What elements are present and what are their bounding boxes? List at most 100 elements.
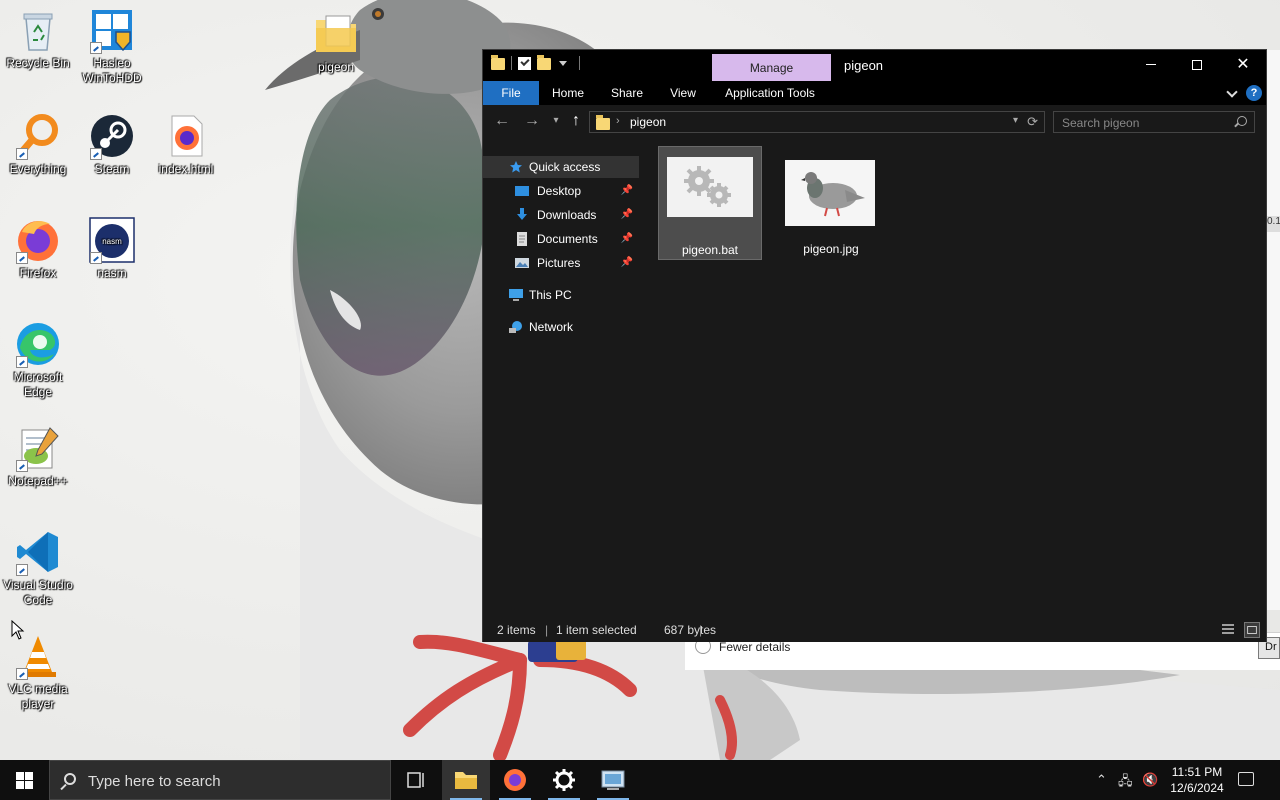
sidebar-item-downloads[interactable]: Downloads 📌: [483, 204, 639, 226]
recent-locations-chevron-icon[interactable]: ▾: [545, 111, 567, 131]
desktop-icon: [515, 186, 529, 196]
shortcut-arrow-icon: [16, 356, 28, 368]
large-icons-view-icon[interactable]: [1244, 622, 1260, 638]
fewer-details-link[interactable]: Fewer details: [719, 640, 790, 654]
taskbar-clock[interactable]: 11:51 PM 12/6/2024: [1166, 764, 1228, 796]
quick-access-toolbar: [491, 55, 580, 70]
desktop-icon-nasm[interactable]: nasm nasm: [74, 216, 150, 281]
desktop-icon-label: Steam: [94, 162, 130, 176]
file-explorer-icon: [455, 772, 477, 789]
gear-icon: [553, 769, 575, 791]
desktop-icon-label: VLC media player: [8, 682, 68, 711]
customize-toolbar-dropdown-icon[interactable]: [559, 60, 567, 66]
taskbar-search-placeholder: Type here to search: [88, 773, 221, 790]
manage-contextual-tab[interactable]: Manage: [712, 54, 831, 81]
desktop-icon-pigeon-folder[interactable]: pigeon: [298, 10, 374, 75]
address-dropdown-chevron-icon[interactable]: ▾: [1013, 115, 1018, 126]
search-input[interactable]: Search pigeon: [1053, 111, 1255, 133]
desktop-icon-vscode[interactable]: Visual Studio Code: [0, 528, 76, 608]
desktop-icon-label: Notepad++: [8, 474, 68, 488]
volume-muted-icon[interactable]: 🔇: [1142, 772, 1158, 788]
desktop-icon-label: index.html: [158, 162, 214, 176]
pigeon-image-thumbnail: [785, 160, 875, 226]
windows-logo-icon: [16, 781, 24, 789]
folder-icon: [596, 115, 610, 130]
window-title: pigeon: [844, 58, 884, 73]
desktop-icon-recycle-bin[interactable]: Recycle Bin: [0, 6, 76, 71]
tab-file[interactable]: File: [483, 81, 539, 105]
desktop-icon-everything[interactable]: Everything: [0, 112, 76, 177]
forward-arrow-icon[interactable]: →: [521, 111, 543, 131]
back-arrow-icon[interactable]: ←: [491, 111, 513, 131]
sidebar-item-label: Downloads: [537, 208, 597, 222]
breadcrumb-item[interactable]: pigeon: [630, 115, 666, 129]
desktop-icon-index-html[interactable]: index.html: [148, 112, 224, 177]
sidebar-item-label: Network: [529, 320, 574, 334]
sidebar-item-this-pc[interactable]: This PC: [483, 284, 639, 306]
shortcut-arrow-icon: [16, 564, 28, 576]
desktop-icon-label: pigeon: [317, 60, 355, 74]
new-folder-icon[interactable]: [537, 55, 551, 70]
notification-center-icon[interactable]: [1238, 772, 1254, 786]
desktop-icon-hasleo[interactable]: Hasleo WinToHDD: [74, 6, 150, 86]
properties-icon[interactable]: [518, 56, 531, 70]
desktop-icon-notepadpp[interactable]: Notepad++: [0, 424, 76, 489]
start-button[interactable]: [0, 760, 48, 800]
background-window-edge: 0.1: [1266, 50, 1280, 610]
status-divider: |: [699, 623, 703, 637]
details-view-icon[interactable]: [1220, 622, 1236, 638]
tab-application-tools[interactable]: Application Tools: [717, 81, 823, 105]
help-icon[interactable]: ?: [1246, 85, 1262, 101]
sidebar-item-label: Quick access: [529, 160, 601, 174]
file-item-pigeon-jpg[interactable]: pigeon.jpg: [779, 146, 883, 260]
firefox-icon: [504, 769, 526, 791]
taskbar-search-input[interactable]: Type here to search: [49, 760, 391, 800]
file-item-pigeon-bat[interactable]: pigeon.bat: [658, 146, 762, 260]
tab-view[interactable]: View: [659, 81, 707, 105]
sidebar-item-label: Pictures: [537, 256, 581, 270]
sidebar-item-desktop[interactable]: Desktop 📌: [483, 180, 639, 202]
sidebar-item-network[interactable]: Network: [483, 316, 639, 338]
task-view-icon: [407, 772, 424, 788]
desktop-icon-vlc[interactable]: VLC media player: [0, 632, 76, 712]
close-button[interactable]: ✕: [1220, 50, 1266, 81]
pin-icon[interactable]: 📌: [621, 204, 633, 226]
taskbar: Type here to search ⌃ 🖧 🔇 11:51 PM 12/6/…: [0, 760, 1280, 800]
maximize-button[interactable]: [1174, 50, 1220, 81]
pin-icon[interactable]: 📌: [621, 228, 633, 250]
pin-icon[interactable]: 📌: [621, 252, 633, 274]
expand-ribbon-chevron-icon[interactable]: [1226, 86, 1238, 98]
selection-size: 687 bytes: [664, 623, 717, 637]
sidebar-item-quick-access[interactable]: Quick access: [483, 156, 639, 178]
pin-icon[interactable]: 📌: [621, 180, 633, 202]
task-view-button[interactable]: [392, 760, 440, 800]
desktop-icon-firefox[interactable]: Firefox: [0, 216, 76, 281]
up-arrow-icon[interactable]: ↑: [565, 111, 587, 131]
show-hidden-icons-chevron-icon[interactable]: ⌃: [1096, 772, 1107, 788]
desktop-icon-label: Firefox: [19, 266, 57, 280]
taskbar-file-explorer[interactable]: [442, 760, 490, 800]
tab-share[interactable]: Share: [603, 81, 651, 105]
taskbar-firefox[interactable]: [491, 760, 539, 800]
address-bar[interactable]: › pigeon ▾ ⟳: [589, 111, 1045, 133]
tab-home[interactable]: Home: [543, 81, 593, 105]
desktop-icon-edge[interactable]: Microsoft Edge: [0, 320, 76, 400]
document-icon: [517, 232, 527, 246]
desktop-icon-steam[interactable]: Steam: [74, 112, 150, 177]
network-icon[interactable]: 🖧: [1118, 772, 1133, 794]
minimize-button[interactable]: [1128, 50, 1174, 81]
folder-icon: [491, 55, 505, 70]
navigation-pane: Quick access Desktop 📌 Downloads 📌 Docum…: [483, 150, 639, 618]
background-window-value: 0.1: [1266, 216, 1280, 232]
shortcut-arrow-icon: [16, 668, 28, 680]
folder-icon: [316, 15, 356, 52]
sidebar-item-documents[interactable]: Documents 📌: [483, 228, 639, 250]
desktop-icon-label: Hasleo WinToHDD: [82, 56, 142, 85]
sidebar-item-pictures[interactable]: Pictures 📌: [483, 252, 639, 274]
sidebar-item-label: Documents: [537, 232, 598, 246]
taskbar-settings[interactable]: [540, 760, 588, 800]
taskbar-control-panel[interactable]: [589, 760, 637, 800]
item-count: 2 items: [497, 623, 536, 637]
windows-logo-icon: [25, 781, 33, 789]
refresh-icon[interactable]: ⟳: [1027, 114, 1038, 130]
